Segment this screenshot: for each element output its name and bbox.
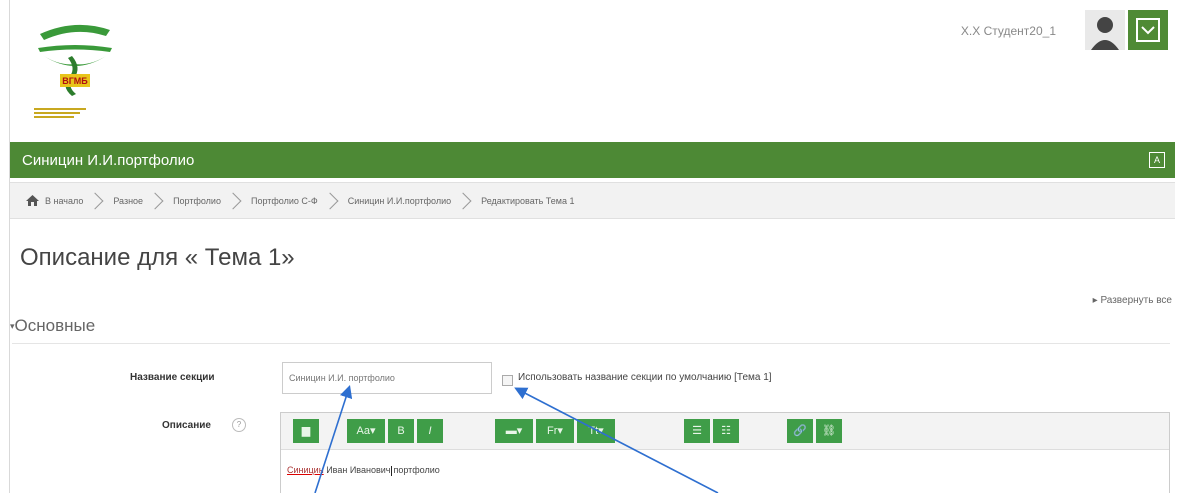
annotation-arrow-1: [314, 384, 353, 493]
annotation-arrow-2: [514, 387, 719, 493]
annotation-arrows: [314, 384, 719, 493]
